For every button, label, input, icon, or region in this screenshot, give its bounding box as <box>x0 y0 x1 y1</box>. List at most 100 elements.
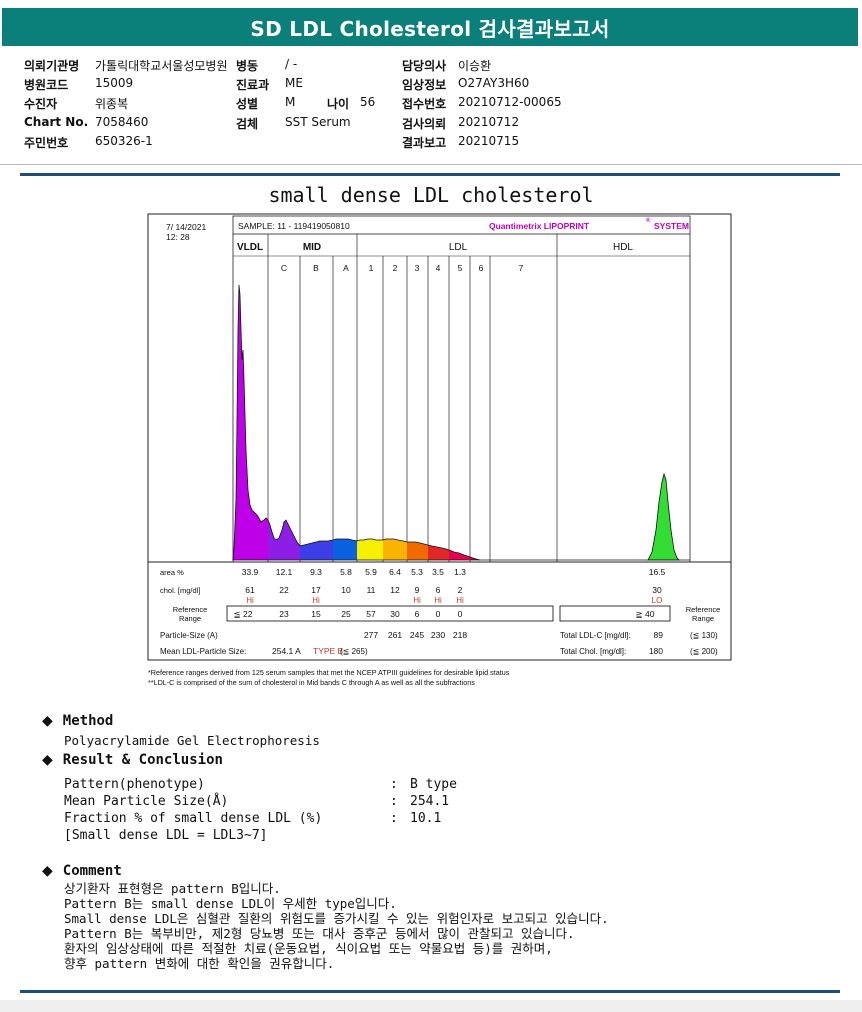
result-colon: : <box>390 777 398 792</box>
comment-line: Pattern B는 small dense LDL이 우세한 type입니다. <box>64 896 397 911</box>
total-chol-ref: (≦ 200) <box>690 647 718 656</box>
chol-value: 12 <box>390 585 400 595</box>
method-heading: ◆ Method <box>42 713 113 729</box>
result-value: 254.1 <box>410 794 450 809</box>
result-note: [Small dense LDL = LDL3~7] <box>64 828 268 843</box>
method-heading-text: Method <box>62 713 114 729</box>
ref-value: 0 <box>436 609 441 619</box>
ref-value: 23 <box>279 609 289 619</box>
ref-label: Range <box>179 614 201 623</box>
sample-id: SAMPLE: 11 - 119419050810 <box>238 221 350 231</box>
comment-heading: ◆ Comment <box>42 863 122 879</box>
chol-value: 9 <box>415 585 420 595</box>
flag-text: Hi <box>456 596 464 605</box>
ref-value: 57 <box>366 609 376 619</box>
particle-size-value: 277 <box>364 630 378 640</box>
area-label: area % <box>160 568 184 577</box>
comment-heading-text: Comment <box>62 863 122 879</box>
diamond-icon: ◆ <box>42 713 53 729</box>
brand-name: Quantimetrix LIPOPRINT <box>489 221 590 231</box>
group-label-hdl: HDL <box>613 242 633 253</box>
mean-ldl-value: 254.1 A <box>272 646 301 656</box>
flag-text: Hi <box>246 596 254 605</box>
band-label: 5 <box>458 263 463 273</box>
particle-size-value: 230 <box>431 630 445 640</box>
chol-value: 11 <box>367 585 376 595</box>
footnote-reference: *Reference ranges derived from 125 serum… <box>148 668 510 677</box>
lipoprint-date: 7/ 14/2021 <box>166 222 206 232</box>
ref-value: ≧ 40 <box>636 609 655 619</box>
area-value: 1.3 <box>454 567 466 577</box>
band-label: 3 <box>415 263 420 273</box>
flag-text: LO <box>652 596 663 605</box>
ref-right-label: Reference <box>686 605 721 614</box>
result-label: Pattern(phenotype) <box>64 777 205 792</box>
ref-right-label: Range <box>692 614 714 623</box>
ldl1-area <box>357 539 383 560</box>
result-heading: ◆ Result & Conclusion <box>42 752 223 768</box>
brand-system: SYSTEM <box>654 221 689 231</box>
total-chol-value: 180 <box>649 646 663 656</box>
total-ldl-label: Total LDL-C [mg/dl]: <box>560 631 631 640</box>
band-label: A <box>343 263 349 273</box>
chol-label: chol. [mg/dl] <box>160 586 200 595</box>
band-label: 2 <box>393 263 398 273</box>
diamond-icon: ◆ <box>42 863 53 879</box>
result-label: Fraction % of small dense LDL (%) <box>64 811 323 826</box>
chol-value: 10 <box>341 585 351 595</box>
ref-value: ≦ 22 <box>234 609 253 619</box>
area-value: 5.9 <box>365 567 377 577</box>
comment-line: Small dense LDL은 심혈관 질환의 위험도를 증가시킬 수 있는 … <box>64 911 609 926</box>
particle-size-value: 261 <box>388 630 402 640</box>
method-text: Polyacrylamide Gel Electrophoresis <box>64 733 320 748</box>
comment-line: 향후 pattern 변화에 대한 확인을 권유합니다. <box>64 956 335 971</box>
ldl3-area <box>407 542 428 560</box>
area-value: 5.8 <box>340 567 352 577</box>
total-ldl-ref: (≦ 130) <box>690 631 718 640</box>
mean-type: TYPE B <box>313 646 344 656</box>
mid-a-area <box>333 539 357 560</box>
comment-line: Pattern B는 복부비만, 제2형 당뇨병 또는 대사 증후군 등에서 많… <box>64 926 575 941</box>
chol-value: 6 <box>436 585 441 595</box>
chol-value: 61 <box>245 585 255 595</box>
particle-size-value: 245 <box>410 630 424 640</box>
result-colon: : <box>390 794 398 809</box>
result-heading-text: Result & Conclusion <box>62 752 223 768</box>
area-value: 6.4 <box>389 567 401 577</box>
total-chol-label: Total Chol. [mg/dl]: <box>560 647 626 656</box>
area-value: 9.3 <box>310 567 322 577</box>
comment-line: 상기환자 표현형은 pattern B입니다. <box>64 881 281 896</box>
group-label-vldl: VLDL <box>237 242 263 253</box>
band-label: B <box>313 263 319 273</box>
ref-value: 30 <box>390 609 400 619</box>
particle-size-value: 218 <box>453 630 467 640</box>
area-value: 5.3 <box>411 567 423 577</box>
area-value: 3.5 <box>432 567 444 577</box>
group-label-ldl: LDL <box>449 242 468 253</box>
group-label-mid: MID <box>303 242 321 253</box>
chol-value: 30 <box>652 585 662 595</box>
band-label: 7 <box>519 263 524 273</box>
band-label: 6 <box>479 263 484 273</box>
ref-value: 6 <box>415 609 420 619</box>
band-label: C <box>281 263 287 273</box>
flag-text: Hi <box>312 596 320 605</box>
band-label: 4 <box>436 263 441 273</box>
mean-ldl-label: Mean LDL-Particle Size: <box>160 647 246 656</box>
diamond-icon: ◆ <box>42 752 53 768</box>
chol-value: 2 <box>458 585 463 595</box>
lipoprint-panel: 7/ 14/202112: 28 SAMPLE: 11 - 11941905081… <box>147 213 732 687</box>
ref-value: 0 <box>458 609 463 619</box>
chol-value: 17 <box>311 585 321 595</box>
flag-text: Hi <box>434 596 442 605</box>
result-label: Mean Particle Size(Å) <box>64 794 229 809</box>
area-value: 12.1 <box>276 567 293 577</box>
ref-value: 25 <box>341 609 351 619</box>
area-value: 16.5 <box>649 567 666 577</box>
particle-size-label: Particle-Size (A) <box>160 631 218 640</box>
lipoprint-time: 12: 28 <box>166 232 190 242</box>
comment-line: 환자의 임상상태에 따른 적절한 치료(운동요법, 식이요법 또는 약물요법 등… <box>64 941 553 956</box>
total-ldl-value: 89 <box>654 630 664 640</box>
result-value: 10.1 <box>410 811 442 826</box>
brand-registered: ® <box>646 217 651 224</box>
